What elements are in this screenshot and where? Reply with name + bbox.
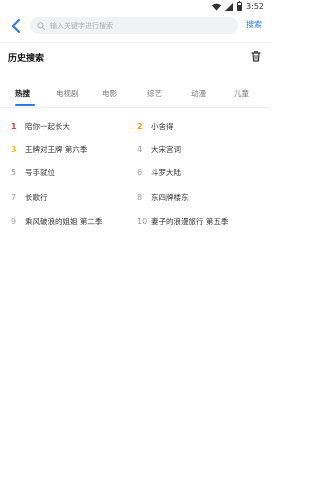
list-item[interactable]: 7 长歌行 (11, 191, 48, 203)
list-item-title: 长歌行 (25, 192, 48, 202)
rank-number: 10 (137, 216, 148, 226)
rank-number: 8 (137, 192, 143, 202)
search-bar: 搜索 (0, 13, 270, 39)
tab-hot[interactable]: 热搜 (15, 88, 30, 99)
list-item-title: 大宋宫词 (151, 144, 181, 154)
list-item[interactable]: 6 斗罗大陆 (137, 166, 181, 178)
list-item[interactable]: 1 陪你一起长大 (11, 120, 70, 132)
search-input[interactable] (50, 21, 220, 30)
list-item[interactable]: 9 乘风破浪的姐姐 第二季 (11, 215, 102, 227)
battery-icon (237, 1, 243, 11)
list-item[interactable]: 4 大宋宫词 (137, 143, 181, 155)
list-item[interactable]: 3 王牌对王牌 第六季 (11, 143, 87, 155)
status-bar: 3:52 (0, 0, 270, 12)
rank-number: 6 (137, 167, 143, 177)
trash-icon[interactable] (250, 50, 262, 62)
list-item[interactable]: 10 妻子的浪漫旅行 第五季 (137, 215, 228, 227)
rank-number: 7 (11, 192, 17, 202)
search-box[interactable] (30, 17, 238, 34)
search-icon (37, 21, 45, 30)
list-item-title: 小舍得 (151, 121, 174, 131)
rank-number: 1 (11, 121, 17, 131)
rank-number: 4 (137, 144, 143, 154)
list-item-title: 东四牌楼东 (151, 192, 189, 202)
back-arrow-icon (12, 19, 20, 33)
rank-number: 5 (11, 167, 17, 177)
history-title: 历史搜索 (8, 54, 45, 64)
list-item[interactable]: 8 东四牌楼东 (137, 191, 189, 203)
list-item-title: 王牌对王牌 第六季 (25, 144, 88, 154)
header-divider (0, 42, 270, 43)
list-item[interactable]: 5 号手就位 (11, 166, 55, 178)
list-item[interactable]: 2 小舍得 (137, 120, 174, 132)
rank-number: 3 (11, 144, 17, 154)
search-button[interactable]: 搜索 (246, 19, 262, 30)
tab-kids[interactable]: 儿童 (234, 88, 249, 99)
category-tabs: 热搜 电视剧 电影 综艺 动漫 儿童 (0, 88, 270, 108)
list-item-title: 妻子的浪漫旅行 第五季 (151, 216, 229, 226)
back-button[interactable] (6, 16, 26, 36)
tab-anime[interactable]: 动漫 (191, 88, 206, 99)
tab-movies[interactable]: 电影 (102, 88, 117, 99)
signal-icon (225, 2, 234, 11)
tab-tv-series[interactable]: 电视剧 (56, 88, 79, 99)
tab-variety[interactable]: 综艺 (147, 88, 162, 99)
wifi-icon (212, 3, 222, 11)
tab-active-indicator (15, 104, 35, 106)
status-icons: 3:52 (212, 1, 264, 12)
tabs-divider (0, 107, 270, 108)
rank-number: 2 (137, 121, 143, 131)
status-time: 3:52 (246, 2, 264, 11)
list-item-title: 号手就位 (25, 167, 55, 177)
history-section: 历史搜索 (8, 50, 262, 64)
list-item-title: 乘风破浪的姐姐 第二季 (25, 216, 103, 226)
list-item-title: 斗罗大陆 (151, 167, 181, 177)
rank-number: 9 (11, 216, 17, 226)
list-item-title: 陪你一起长大 (25, 121, 70, 131)
